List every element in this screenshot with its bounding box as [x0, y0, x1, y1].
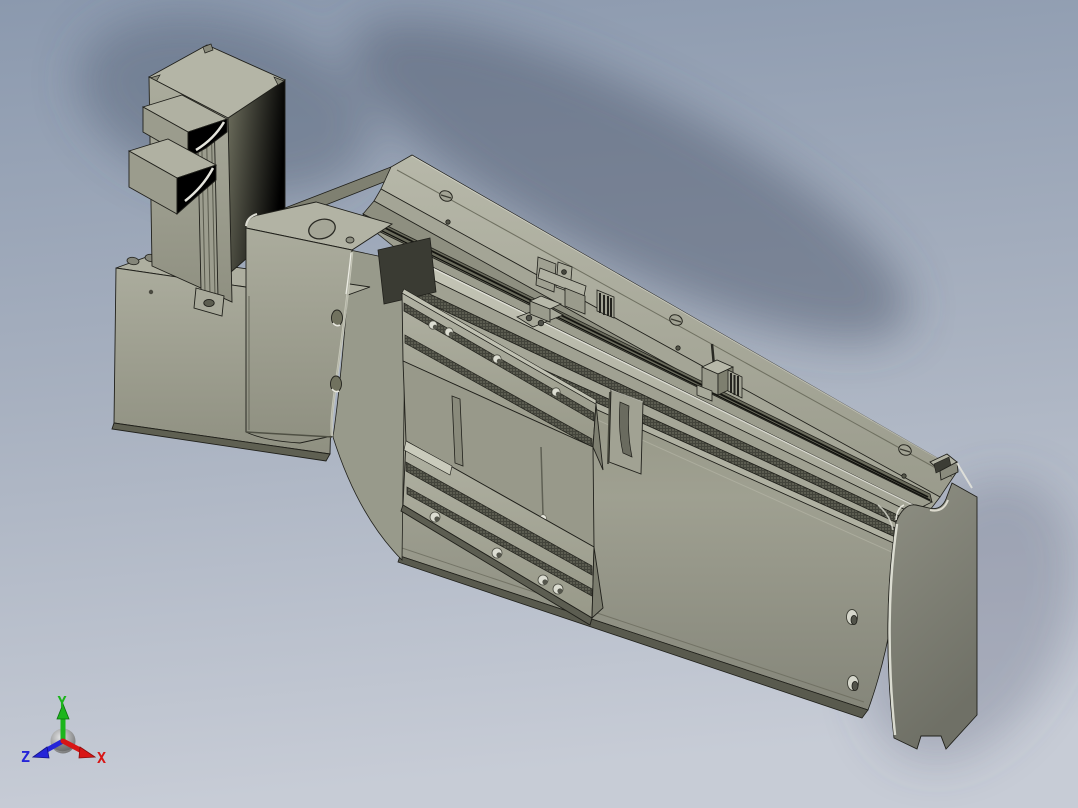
z-axis-label: Z: [21, 748, 30, 766]
tower-foot-hole: [203, 298, 215, 308]
cover-pin-3: [901, 473, 907, 479]
housing-bolt-hole-2: [330, 375, 342, 393]
cable-hook-bracket[interactable]: [607, 389, 644, 475]
cover-pin-2: [675, 345, 681, 351]
y-axis-label: Y: [57, 693, 66, 711]
front-face-hole-2: [847, 675, 859, 692]
housing-bolt-hole-1: [331, 309, 343, 327]
clamp-plate-hole-2: [537, 319, 545, 327]
housing-top-small-hole: [345, 236, 355, 244]
plate-dowel-1: [148, 289, 154, 295]
clamp-plate-hole-1: [525, 314, 533, 322]
cap-face: [887, 482, 978, 750]
cad-viewport[interactable]: Y Z X: [0, 0, 1078, 808]
x-axis-label: X: [97, 749, 106, 767]
switch-plate-hole-1: [561, 269, 567, 275]
cover-pin-1: [445, 219, 451, 225]
front-face-hole-1: [846, 609, 858, 626]
